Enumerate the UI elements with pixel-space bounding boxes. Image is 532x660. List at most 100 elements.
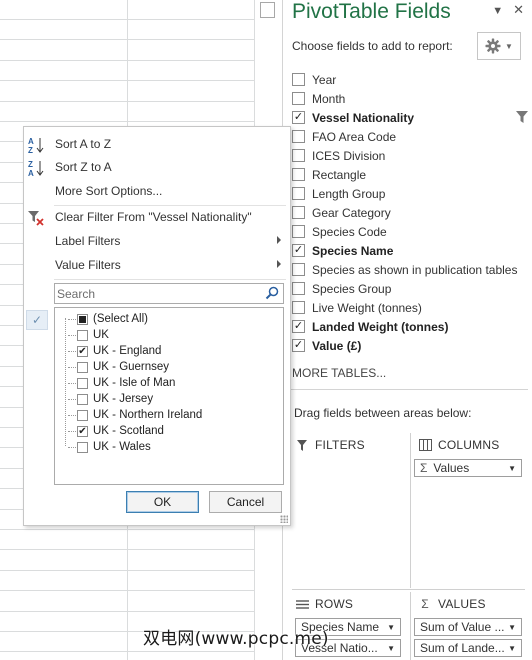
choose-fields-label: Choose fields to add to report:: [292, 39, 453, 53]
filter-value-item[interactable]: UK: [68, 327, 109, 343]
field-checkbox[interactable]: ✓: [292, 320, 305, 333]
field-item[interactable]: Rectangle: [292, 165, 528, 184]
field-checkbox[interactable]: ✓: [292, 244, 305, 257]
svg-text:A: A: [28, 169, 34, 177]
filter-value-item[interactable]: UK - Isle of Man: [68, 375, 176, 391]
filter-value-checkbox[interactable]: ✔: [77, 345, 88, 357]
filter-value-item[interactable]: (Select All): [68, 311, 148, 327]
search-icon[interactable]: [265, 286, 279, 300]
field-checkbox[interactable]: [292, 149, 305, 162]
filter-value-checkbox[interactable]: [77, 361, 88, 373]
clear-filter-icon: [28, 211, 44, 226]
resize-grip[interactable]: [280, 515, 288, 523]
filter-value-checkbox[interactable]: [77, 409, 88, 421]
filter-value-checkbox[interactable]: ✔: [77, 425, 88, 437]
ok-button[interactable]: OK: [126, 491, 199, 513]
sheet-scroll-box[interactable]: [260, 2, 275, 18]
filter-value-label: UK - Northern Ireland: [93, 409, 203, 421]
chevron-down-icon[interactable]: ▼: [508, 623, 516, 632]
filter-value-item[interactable]: UK - Wales: [68, 439, 151, 455]
field-list-settings-button[interactable]: ▼: [477, 32, 521, 60]
filter-value-label: UK - Guernsey: [93, 361, 170, 373]
field-item[interactable]: Month: [292, 89, 528, 108]
chevron-down-icon[interactable]: ▼: [508, 464, 516, 473]
values-chip-sum-of-value[interactable]: Sum of Value ... ▼: [414, 618, 522, 636]
filter-value-item[interactable]: UK - Guernsey: [68, 359, 170, 375]
field-checkbox[interactable]: [292, 187, 305, 200]
field-checkbox[interactable]: [292, 168, 305, 181]
funnel-icon: [295, 438, 309, 452]
field-item[interactable]: Live Weight (tonnes): [292, 298, 528, 317]
field-checkbox[interactable]: [292, 92, 305, 105]
filter-value-item[interactable]: UK - Jersey: [68, 391, 153, 407]
sigma-icon: Σ: [421, 597, 429, 611]
filter-value-checkbox[interactable]: [77, 377, 88, 389]
field-checkbox[interactable]: [292, 225, 305, 238]
field-item[interactable]: FAO Area Code: [292, 127, 528, 146]
values-area[interactable]: Σ VALUES Sum of Value ... ▼ Sum of Lande…: [410, 592, 525, 660]
field-item[interactable]: Species Code: [292, 222, 528, 241]
field-checkbox[interactable]: ✓: [292, 339, 305, 352]
field-checkbox[interactable]: [292, 73, 305, 86]
filter-value-checkbox[interactable]: [77, 313, 88, 325]
filter-value-list[interactable]: (Select All) UK ✔ UK - England UK - Guernsey…: [54, 307, 284, 485]
field-checkbox[interactable]: ✓: [292, 111, 305, 124]
gear-icon: [485, 38, 501, 54]
value-filters-item[interactable]: Value Filters: [24, 254, 290, 276]
cancel-button[interactable]: Cancel: [209, 491, 282, 513]
filter-value-label: UK - Isle of Man: [93, 377, 176, 389]
columns-area[interactable]: COLUMNS Σ Values ▼: [410, 433, 525, 588]
clear-filter-item[interactable]: Clear Filter From "Vessel Nationality": [24, 206, 290, 228]
filter-value-item[interactable]: ✔ UK - England: [68, 343, 162, 359]
filter-search-input[interactable]: [57, 285, 257, 302]
filters-area[interactable]: FILTERS: [292, 433, 407, 588]
label-filters-item[interactable]: Label Filters: [24, 230, 290, 252]
filter-value-checkbox[interactable]: [77, 393, 88, 405]
field-item[interactable]: Species as shown in publication tables: [292, 260, 528, 279]
values-chip-sum-of-landed[interactable]: Sum of Lande... ▼: [414, 639, 522, 657]
field-label: Landed Weight (tonnes): [312, 319, 449, 334]
filter-search-box[interactable]: [54, 283, 284, 304]
sort-za-icon: Z A: [28, 160, 44, 177]
filter-value-label: UK - England: [93, 345, 162, 357]
tree-connector: [68, 415, 76, 416]
close-icon[interactable]: ✕: [513, 2, 524, 17]
chevron-down-icon[interactable]: ▼: [492, 5, 503, 17]
funnel-icon[interactable]: [516, 111, 528, 123]
field-item[interactable]: Species Group: [292, 279, 528, 298]
field-checkbox[interactable]: [292, 263, 305, 276]
field-item[interactable]: ✓ Vessel Nationality: [292, 108, 528, 127]
columns-area-label: COLUMNS: [438, 438, 500, 452]
filter-value-checkbox[interactable]: [77, 329, 88, 341]
sort-a-to-z-item[interactable]: A Z Sort A to Z: [24, 133, 290, 155]
chevron-down-icon[interactable]: ▼: [387, 644, 395, 653]
field-item[interactable]: ✓ Value (£): [292, 336, 528, 355]
sort-z-to-a-item[interactable]: Z A Sort Z to A: [24, 156, 290, 178]
field-label: Length Group: [312, 186, 386, 201]
chevron-down-icon[interactable]: ▼: [508, 644, 516, 653]
chip-label: Sum of Value ...: [420, 620, 505, 634]
filter-value-checkbox[interactable]: [77, 441, 88, 453]
field-item[interactable]: ICES Division: [292, 146, 528, 165]
filter-value-item[interactable]: UK - Northern Ireland: [68, 407, 203, 423]
svg-text:Z: Z: [28, 146, 33, 154]
field-item[interactable]: Gear Category: [292, 203, 528, 222]
field-checkbox[interactable]: [292, 206, 305, 219]
field-item[interactable]: ✓ Landed Weight (tonnes): [292, 317, 528, 336]
more-tables-link[interactable]: MORE TABLES...: [292, 366, 386, 380]
chevron-down-icon[interactable]: ▼: [387, 623, 395, 632]
columns-chip-values[interactable]: Σ Values ▼: [414, 459, 522, 477]
vessel-nationality-filter-menu: A Z Sort A to Z Z A Sort Z to A More Sor…: [23, 126, 291, 526]
field-checkbox[interactable]: [292, 130, 305, 143]
field-item[interactable]: ✓ Species Name: [292, 241, 528, 260]
more-sort-options-item[interactable]: More Sort Options...: [24, 180, 290, 202]
field-item[interactable]: Length Group: [292, 184, 528, 203]
tree-connector: [68, 399, 76, 400]
field-item[interactable]: Year: [292, 70, 528, 89]
field-label: Vessel Nationality: [312, 110, 415, 125]
filter-value-label: UK - Scotland: [93, 425, 164, 437]
filter-value-item[interactable]: ✔ UK - Scotland: [68, 423, 164, 439]
field-checkbox[interactable]: [292, 301, 305, 314]
pivot-panel-header-controls: ▼ ✕: [482, 2, 524, 18]
field-checkbox[interactable]: [292, 282, 305, 295]
